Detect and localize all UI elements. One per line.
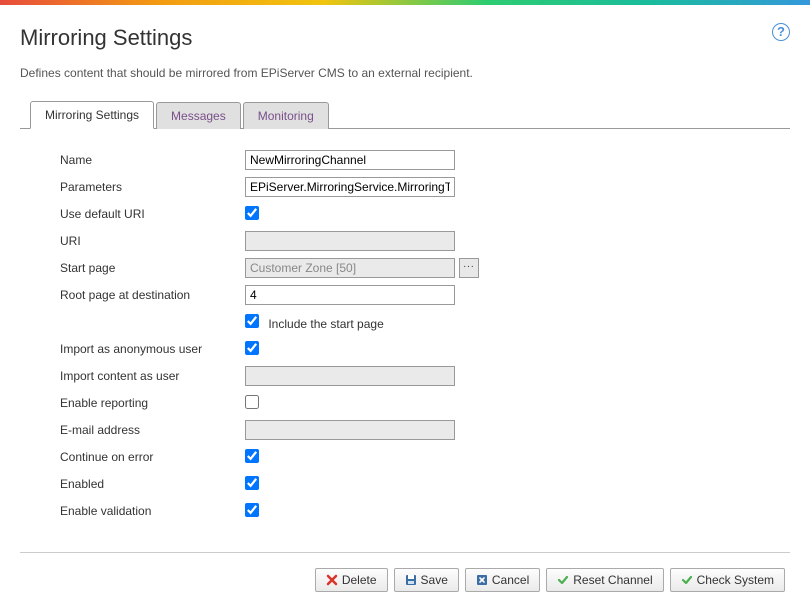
enable-reporting-label: Enable reporting (60, 396, 245, 410)
continue-on-error-checkbox[interactable] (245, 449, 259, 463)
start-page-label: Start page (60, 261, 245, 275)
cancel-button[interactable]: Cancel (465, 568, 540, 592)
button-bar: Delete Save Cancel Reset Channel Check S… (20, 568, 790, 592)
delete-button-label: Delete (342, 573, 377, 587)
check-system-button[interactable]: Check System (670, 568, 785, 592)
include-start-label: Include the start page (268, 317, 383, 331)
check-icon (681, 574, 693, 586)
tab-strip: Mirroring Settings Messages Monitoring (20, 100, 790, 129)
tab-messages[interactable]: Messages (156, 102, 241, 129)
help-icon[interactable]: ? (772, 23, 790, 41)
enable-validation-checkbox[interactable] (245, 503, 259, 517)
use-default-uri-label: Use default URI (60, 207, 245, 221)
name-label: Name (60, 153, 245, 167)
root-page-label: Root page at destination (60, 288, 245, 302)
cancel-button-label: Cancel (492, 573, 529, 587)
root-page-input[interactable] (245, 285, 455, 305)
cancel-icon (476, 574, 488, 586)
import-as-user-input (245, 366, 455, 386)
import-anon-label: Import as anonymous user (60, 342, 245, 356)
parameters-label: Parameters (60, 180, 245, 194)
form-area: Name Parameters Use default URI URI Star… (20, 129, 790, 537)
check-system-button-label: Check System (697, 573, 774, 587)
tab-monitoring[interactable]: Monitoring (243, 102, 329, 129)
email-input (245, 420, 455, 440)
page-title: Mirroring Settings (20, 25, 790, 51)
use-default-uri-checkbox[interactable] (245, 206, 259, 220)
delete-button[interactable]: Delete (315, 568, 388, 592)
save-button-label: Save (421, 573, 448, 587)
tab-mirroring-settings[interactable]: Mirroring Settings (30, 101, 154, 129)
divider (20, 552, 790, 553)
enable-validation-label: Enable validation (60, 504, 245, 518)
delete-icon (326, 574, 338, 586)
uri-input (245, 231, 455, 251)
import-anon-checkbox[interactable] (245, 341, 259, 355)
name-input[interactable] (245, 150, 455, 170)
email-label: E-mail address (60, 423, 245, 437)
parameters-input[interactable] (245, 177, 455, 197)
continue-on-error-label: Continue on error (60, 450, 245, 464)
save-icon (405, 574, 417, 586)
enabled-label: Enabled (60, 477, 245, 491)
uri-label: URI (60, 234, 245, 248)
page-description: Defines content that should be mirrored … (20, 66, 790, 80)
enabled-checkbox[interactable] (245, 476, 259, 490)
start-page-picker-button[interactable]: ... (459, 258, 479, 278)
include-start-checkbox[interactable] (245, 314, 259, 328)
enable-reporting-checkbox[interactable] (245, 395, 259, 409)
reset-channel-button[interactable]: Reset Channel (546, 568, 663, 592)
start-page-input (245, 258, 455, 278)
check-icon (557, 574, 569, 586)
reset-channel-button-label: Reset Channel (573, 573, 652, 587)
import-as-user-label: Import content as user (60, 369, 245, 383)
save-button[interactable]: Save (394, 568, 459, 592)
